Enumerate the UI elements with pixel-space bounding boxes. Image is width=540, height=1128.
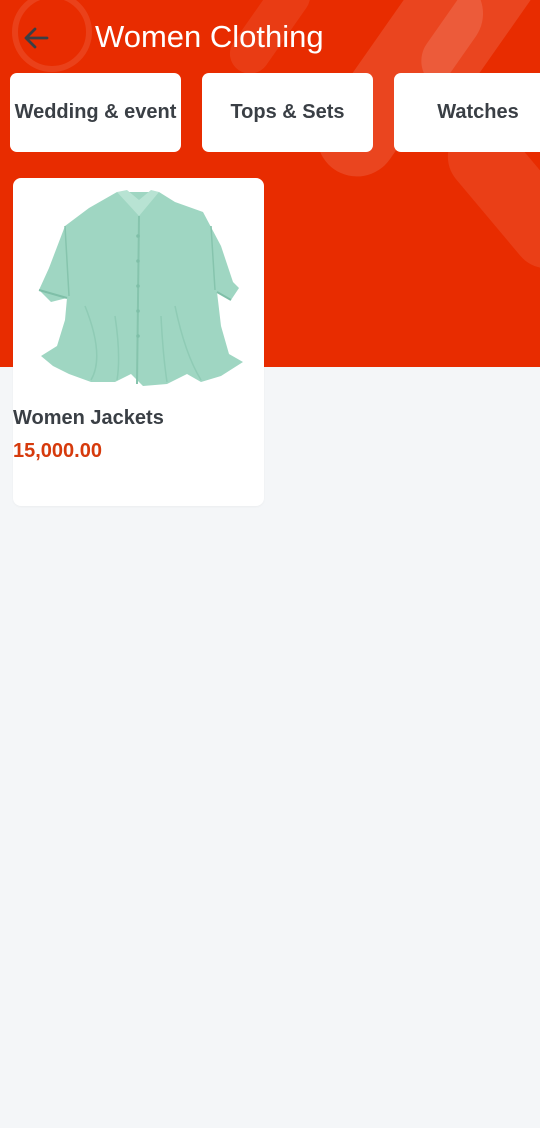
product-price: 15,000.00 [13,440,102,462]
category-chip-tops-sets[interactable]: Tops & Sets [202,73,373,152]
category-chips: Wedding & event Tops & Sets Watches [10,73,540,152]
product-name: Women Jackets [13,407,164,429]
arrow-left-icon [24,27,49,49]
product-image [38,190,243,386]
category-chip-watches[interactable]: Watches [394,73,540,152]
category-chip-wedding-event[interactable]: Wedding & event [10,73,181,152]
category-chip-label: Tops & Sets [230,101,345,123]
product-card[interactable]: Women Jackets 15,000.00 [13,178,264,506]
page-title: Women Clothing [95,19,324,54]
category-chip-label: Watches [437,101,519,123]
category-chip-label: Wedding & event [14,101,177,123]
back-button[interactable] [16,18,56,58]
